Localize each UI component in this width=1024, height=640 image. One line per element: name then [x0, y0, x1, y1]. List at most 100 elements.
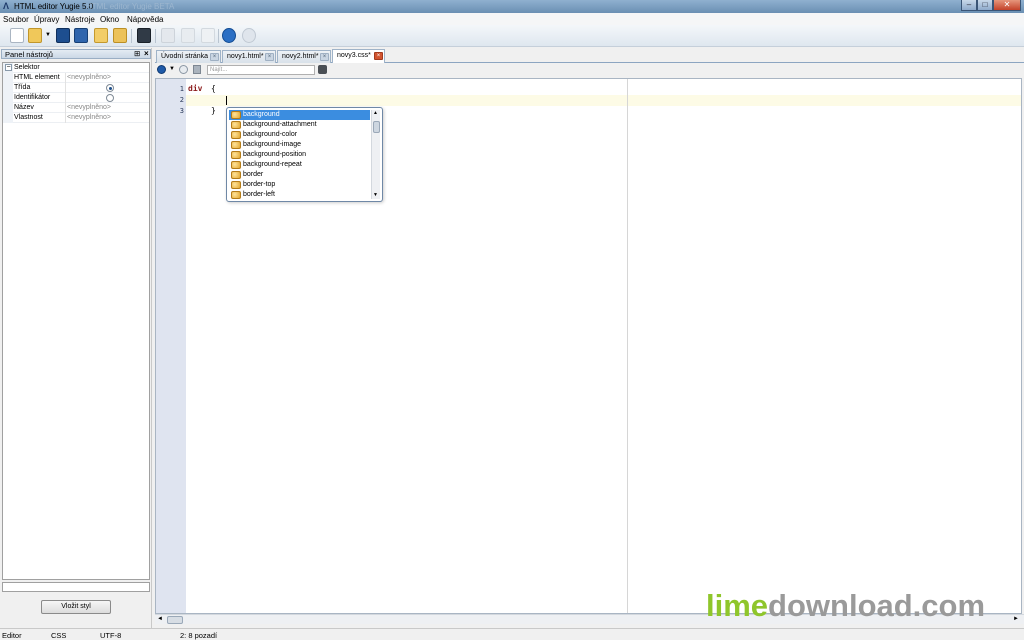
text-caret: [226, 96, 227, 105]
property-icon: [231, 151, 241, 159]
close-tab-icon[interactable]: ×: [210, 53, 219, 61]
property-value[interactable]: <nevyplněno>: [67, 74, 111, 81]
title-bar: Λ HTML editor Yugie 5.0 HTML editor Yugi…: [0, 0, 1024, 13]
property-icon: [231, 131, 241, 139]
row-gutter: [3, 73, 13, 83]
toolbar-separator: [218, 29, 219, 43]
property-row-name[interactable]: Název <nevyplněno>: [3, 103, 149, 113]
save-icon[interactable]: [56, 28, 70, 43]
cut-icon[interactable]: [161, 28, 175, 43]
panel-text-field[interactable]: [2, 582, 150, 592]
autocomplete-item[interactable]: background: [229, 110, 370, 120]
property-name: Identifikátor: [14, 94, 51, 101]
property-name: Vlastnost: [14, 114, 43, 121]
scroll-up-icon[interactable]: ▲: [373, 110, 378, 116]
insert-style-button[interactable]: Vložit styl: [41, 600, 111, 614]
class-radio[interactable]: [106, 84, 114, 92]
property-row-class[interactable]: Třída: [3, 83, 149, 93]
scroll-thumb[interactable]: [373, 121, 380, 133]
column-divider: [65, 113, 66, 123]
autocomplete-item[interactable]: border-top: [229, 180, 370, 190]
autocomplete-item[interactable]: background-image: [229, 140, 370, 150]
property-icon: [231, 161, 241, 169]
tab-novy2[interactable]: novy2.html* ×: [277, 50, 331, 63]
main-toolbar: ▼: [0, 25, 1024, 47]
column-divider: [65, 103, 66, 113]
minimize-button[interactable]: –: [961, 0, 977, 11]
autocomplete-item-label: background: [243, 111, 280, 118]
new-file-icon[interactable]: [10, 28, 24, 43]
print-icon[interactable]: [137, 28, 151, 43]
window-title: HTML editor Yugie 5.0: [14, 2, 94, 11]
pin-icon[interactable]: ⊞: [134, 49, 140, 58]
autocomplete-item[interactable]: border-left: [229, 190, 370, 200]
scroll-right-icon[interactable]: ►: [1013, 616, 1019, 622]
property-row-property[interactable]: Vlastnost <nevyplněno>: [3, 113, 149, 123]
column-divider: [65, 83, 66, 93]
property-name: Název: [14, 104, 34, 111]
autocomplete-item[interactable]: background-position: [229, 150, 370, 160]
row-gutter: [3, 93, 13, 103]
menu-napoveda[interactable]: Nápověda: [127, 15, 163, 24]
property-row-identifier[interactable]: Identifikátor: [3, 93, 149, 103]
tab-start-page[interactable]: Úvodní stránka ×: [156, 50, 221, 63]
maximize-button[interactable]: □: [977, 0, 993, 11]
undo-icon[interactable]: [222, 28, 236, 43]
watermark-domain: download.com: [768, 588, 986, 623]
autocomplete-item-label: background-repeat: [243, 161, 302, 168]
folder-icon[interactable]: [94, 28, 108, 43]
dropdown-arrow-icon[interactable]: ▼: [169, 66, 175, 72]
close-tab-icon[interactable]: ×: [374, 52, 383, 60]
scroll-down-icon[interactable]: ▼: [373, 192, 378, 198]
toolbar-separator: [131, 29, 132, 43]
ghost-window-title: HTML editor Yugie BETA: [86, 2, 175, 11]
scroll-left-icon[interactable]: ◄: [157, 616, 163, 622]
close-tab-icon[interactable]: ×: [320, 53, 329, 61]
menu-nastroje[interactable]: Nástroje: [65, 15, 95, 24]
autocomplete-item[interactable]: background-color: [229, 130, 370, 140]
autocomplete-item[interactable]: border: [229, 170, 370, 180]
panel-close-icon[interactable]: ×: [144, 49, 149, 58]
autocomplete-item[interactable]: background-repeat: [229, 160, 370, 170]
property-row-html-element[interactable]: HTML element <nevyplněno>: [3, 73, 149, 83]
property-value[interactable]: <nevyplněno>: [67, 114, 111, 121]
scroll-thumb[interactable]: [167, 616, 183, 624]
status-mode: Editor: [2, 631, 22, 640]
row-gutter: [3, 113, 13, 123]
copy-icon[interactable]: [113, 28, 127, 43]
autocomplete-item-label: background-attachment: [243, 121, 317, 128]
close-tab-icon[interactable]: ×: [265, 53, 274, 61]
property-icon: [231, 171, 241, 179]
css-selector: div: [188, 84, 203, 93]
paste-icon[interactable]: [201, 28, 215, 43]
settings-icon[interactable]: [179, 65, 188, 74]
open-folder-icon[interactable]: [28, 28, 42, 43]
close-window-button[interactable]: ✕: [993, 0, 1021, 11]
find-input[interactable]: Najít...: [207, 65, 315, 75]
copy-disabled-icon[interactable]: [181, 28, 195, 43]
menu-upravy[interactable]: Úpravy: [34, 15, 59, 24]
tab-novy3[interactable]: novy3.css* ×: [332, 49, 385, 63]
group-label: Selektor: [14, 64, 40, 71]
binoculars-icon[interactable]: [318, 65, 327, 74]
dropdown-arrow-icon[interactable]: ▼: [45, 32, 53, 38]
app-icon: Λ: [3, 1, 10, 11]
selector-group-row[interactable]: − Selektor: [3, 63, 149, 73]
document-icon[interactable]: [193, 65, 201, 74]
collapse-icon[interactable]: −: [5, 64, 12, 71]
navigate-icon[interactable]: [157, 65, 166, 74]
status-language: CSS: [51, 631, 67, 640]
identifier-radio[interactable]: [106, 94, 114, 102]
menu-soubor[interactable]: Soubor: [3, 15, 29, 24]
property-value[interactable]: <nevyplněno>: [67, 104, 111, 111]
autocomplete-popup[interactable]: background background-attachment backgro…: [226, 107, 383, 202]
menu-bar: Soubor Úpravy Nástroje Okno Nápověda: [0, 13, 1024, 25]
menu-okno[interactable]: Okno: [100, 15, 119, 24]
autocomplete-item[interactable]: background-attachment: [229, 120, 370, 130]
autocomplete-scrollbar[interactable]: ▲ ▼: [371, 110, 380, 199]
save-all-icon[interactable]: [74, 28, 88, 43]
redo-icon[interactable]: [242, 28, 256, 43]
status-cursor-position: 2: 8 pozadí: [180, 631, 218, 640]
property-icon: [231, 121, 241, 129]
tab-novy1[interactable]: novy1.html* ×: [222, 50, 276, 63]
